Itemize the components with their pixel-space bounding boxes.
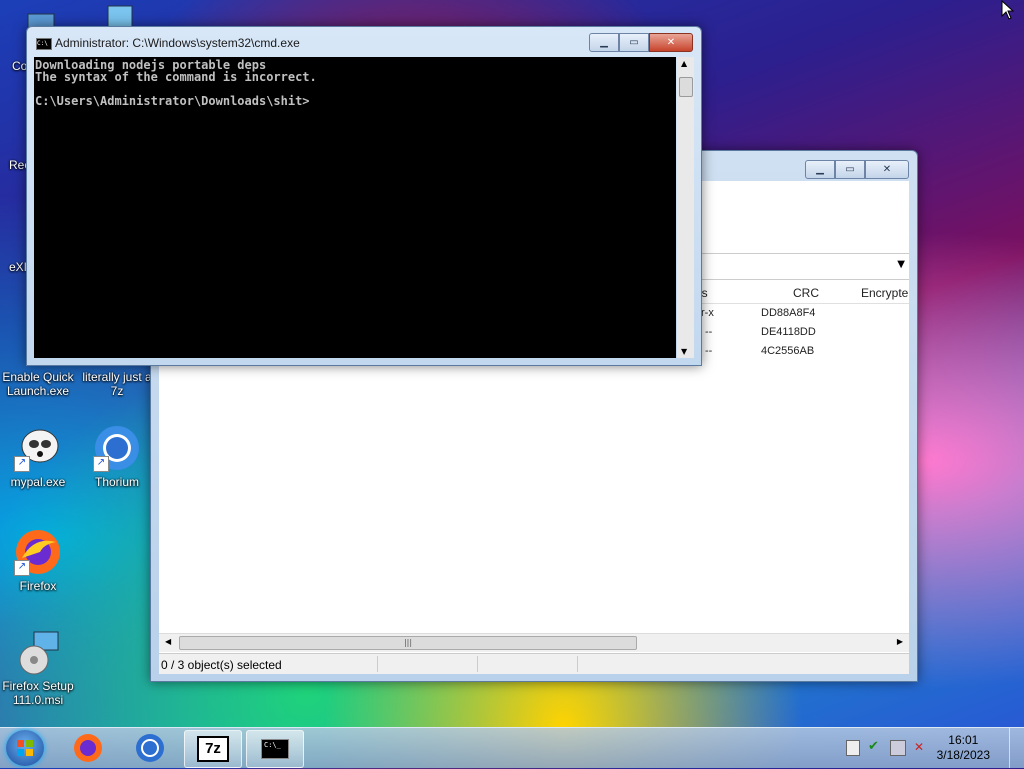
firefox-icon <box>74 734 102 762</box>
cmd-window: C:\ Administrator: C:\Windows\system32\c… <box>26 26 702 366</box>
mouse-cursor-icon <box>1001 0 1015 20</box>
desktop-icon-label: Firefox Setup 111.0.msi <box>2 679 74 707</box>
shortcut-arrow-icon: ↗ <box>93 456 109 472</box>
desktop-icon-label: Enable Quick Launch.exe <box>2 370 74 398</box>
status-divider <box>577 656 578 672</box>
cmd-icon: C:\ <box>36 38 52 50</box>
scroll-up-icon[interactable]: ▲ <box>681 59 687 68</box>
column-encrypted[interactable]: Encrypte <box>861 286 908 300</box>
console-prompt: C:\Users\Administrator\Downloads\shit> <box>35 94 310 108</box>
taskbar-cmd[interactable]: C:\_ <box>246 730 304 768</box>
firefox-icon: ↗ <box>14 528 62 576</box>
thorium-icon <box>136 734 164 762</box>
console-line: The syntax of the command is incorrect. <box>35 70 317 84</box>
shortcut-arrow-icon: ↗ <box>14 560 30 576</box>
action-center-icon[interactable]: ✔ <box>868 740 882 754</box>
desktop-icon-label: Firefox <box>19 579 57 593</box>
system-tray: ✔ ✕ <box>846 740 928 756</box>
minimize-button[interactable]: ▁ <box>589 33 619 52</box>
status-divider <box>477 656 478 672</box>
table-row-2-crc: DE4118DD <box>761 326 816 338</box>
window-controls: ▁ ▭ ✕ <box>805 160 909 179</box>
taskbar: 7z C:\_ ✔ ✕ 16:01 3/18/2023 <box>0 727 1024 768</box>
close-button[interactable]: ✕ <box>649 33 693 52</box>
desktop-icon-label: literally just a 7z <box>82 370 152 398</box>
console-output[interactable]: Downloading nodejs portable deps The syn… <box>34 57 676 358</box>
clock[interactable]: 16:01 3/18/2023 <box>937 733 990 763</box>
desktop-icon-mypal[interactable]: ↗ mypal.exe <box>0 424 80 489</box>
show-desktop-button[interactable] <box>1009 728 1024 768</box>
status-bar: 0 / 3 object(s) selected <box>159 653 909 674</box>
minimize-button[interactable]: ▁ <box>805 160 835 179</box>
shortcut-arrow-icon: ↗ <box>14 456 30 472</box>
table-row-3-attr: -- <box>705 345 713 357</box>
horizontal-scrollbar[interactable]: ◀ ||| ▶ <box>159 633 909 652</box>
desktop-icon-thorium[interactable]: ↗ Thorium <box>75 424 159 489</box>
raccoon-icon: ↗ <box>14 424 62 472</box>
installer-icon <box>14 630 62 678</box>
clock-date: 3/18/2023 <box>936 748 990 762</box>
table-row-2-attr: -- <box>705 326 713 338</box>
status-divider <box>377 656 378 672</box>
maximize-button[interactable]: ▭ <box>835 160 865 179</box>
scroll-thumb[interactable] <box>679 77 693 97</box>
network-icon[interactable] <box>890 740 906 756</box>
scroll-left-icon[interactable]: ◀ <box>165 637 171 646</box>
desktop-icon-firefox-setup[interactable]: Firefox Setup 111.0.msi <box>0 630 80 707</box>
maximize-button[interactable]: ▭ <box>619 33 649 52</box>
desktop-icon-label: Thorium <box>94 475 139 489</box>
desktop-icon-firefox[interactable]: ↗ Firefox <box>0 528 80 593</box>
table-row-1-crc: DD88A8F4 <box>761 307 816 319</box>
chevron-down-icon[interactable]: ▼ <box>897 259 905 270</box>
table-row-1-attr: r-x <box>701 307 714 319</box>
taskbar-thorium[interactable] <box>122 730 178 766</box>
close-button[interactable]: ✕ <box>865 160 909 179</box>
desktop-icon-label: mypal.exe <box>10 475 66 489</box>
cmd-icon: C:\_ <box>261 739 289 759</box>
vertical-scrollbar[interactable]: ▲ ▼ <box>677 57 694 358</box>
thorium-icon: ↗ <box>93 424 141 472</box>
start-button[interactable] <box>6 730 44 766</box>
volume-muted-icon[interactable]: ✕ <box>914 740 928 754</box>
clock-time: 16:01 <box>948 733 979 747</box>
column-crc[interactable]: CRC <box>793 286 819 300</box>
notes-icon[interactable] <box>846 740 860 756</box>
table-row-3-crc: 4C2556AB <box>761 345 815 357</box>
window-controls: ▁ ▭ ✕ <box>589 33 693 52</box>
taskbar-firefox[interactable] <box>60 730 116 766</box>
sevenzip-icon: 7z <box>197 736 229 762</box>
status-text: 0 / 3 object(s) selected <box>161 658 282 672</box>
scroll-down-icon[interactable]: ▼ <box>681 347 687 356</box>
windows-logo-icon <box>17 740 33 756</box>
scroll-right-icon[interactable]: ▶ <box>897 637 903 646</box>
taskbar-7zip[interactable]: 7z <box>184 730 242 768</box>
cmd-window-title: Administrator: C:\Windows\system32\cmd.e… <box>55 36 300 50</box>
scroll-thumb[interactable]: ||| <box>179 636 637 650</box>
